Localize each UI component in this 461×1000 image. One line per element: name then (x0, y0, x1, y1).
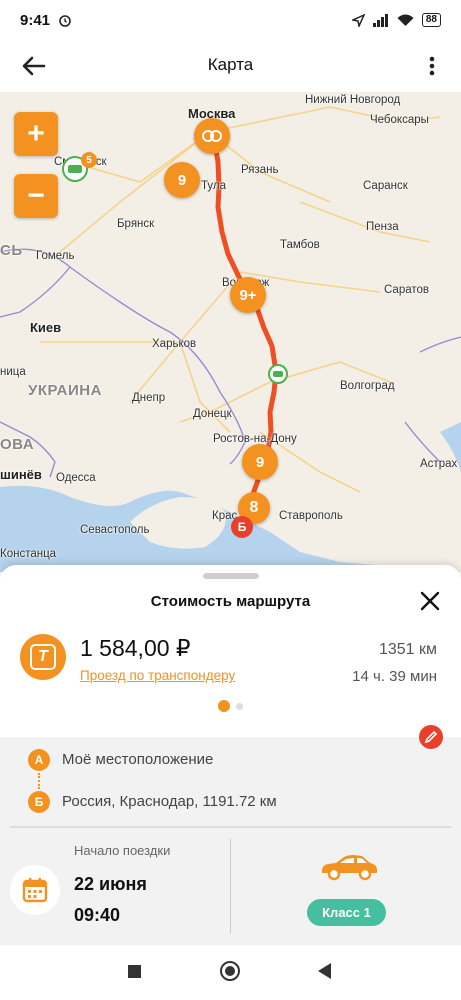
map-view[interactable]: Москва Нижний Новгород Чебоксары Смоленс… (0, 92, 461, 572)
map-label-nizhny: Нижний Новгород (305, 94, 401, 106)
status-icons: 88 (351, 13, 441, 27)
map-label-gomel: Гомель (36, 250, 75, 262)
map-label-stavropol: Ставрополь (279, 510, 343, 522)
toll-point-icon (202, 130, 222, 142)
point-b-text[interactable]: Россия, Краснодар, 1191.72 км (62, 793, 277, 810)
map-label-moldova: ОВА (0, 436, 35, 453)
origin-pin[interactable] (194, 118, 230, 154)
system-nav-bar (0, 945, 461, 1000)
route-details: А Моё местоположение Б Россия, Краснодар… (0, 725, 461, 945)
service-poi-icon[interactable] (268, 364, 288, 384)
map-label-astrakhan: Астрах (420, 458, 458, 470)
page-dot-active[interactable] (218, 700, 230, 712)
edit-route-button[interactable] (419, 725, 443, 749)
battery-icon: 88 (421, 13, 441, 27)
start-date[interactable]: 22 июня (74, 874, 147, 895)
route-duration: 14 ч. 39 мин (352, 668, 437, 685)
status-bar: 9:41 88 (0, 0, 461, 40)
sheet-drag-handle[interactable] (203, 573, 259, 579)
map-label-ukraine: УКРАИНА (28, 382, 102, 399)
poi-count-badge: 5 (81, 152, 97, 168)
map-label-belarus: СЬ (0, 242, 23, 259)
page-dot[interactable] (236, 702, 243, 710)
map-label-constanta: Констанца (0, 548, 57, 560)
vertical-divider (230, 839, 231, 934)
car-icon (322, 855, 377, 881)
map-label-tambov: Тамбов (280, 239, 320, 251)
alarm-icon (59, 15, 71, 27)
pay-method-link[interactable]: Проезд по транспондеру (80, 668, 235, 683)
toll-cluster-pin[interactable]: 9 (242, 444, 278, 480)
status-time: 9:41 (20, 11, 51, 29)
page-title: Карта (207, 55, 254, 74)
toll-cluster-pin[interactable]: 9+ (230, 277, 266, 313)
route-price: 1 584,00 ₽ (80, 635, 191, 661)
point-b-marker: Б (28, 791, 50, 813)
map-label-bryansk: Брянск (117, 218, 155, 230)
route-distance: 1351 км (378, 641, 437, 658)
map-label-kiev: Киев (30, 320, 62, 335)
signal-icon (372, 13, 388, 27)
map-label-sevastopol: Севастополь (80, 524, 150, 536)
point-a-marker: А (28, 749, 50, 771)
toll-cluster-pin[interactable]: 9 (164, 162, 200, 198)
start-time[interactable]: 09:40 (74, 905, 120, 926)
sheet-title: Стоимость маршрута (150, 593, 311, 610)
pencil-icon (424, 730, 438, 744)
wifi-icon (397, 14, 414, 26)
divider (10, 826, 451, 828)
map-label-rostov: Ростов-на-Дону (213, 433, 297, 445)
calendar-icon[interactable] (10, 865, 60, 915)
recent-apps-icon[interactable] (128, 965, 141, 978)
map-label-ryazan: Рязань (241, 164, 279, 176)
map-label-donetsk: Донецк (193, 408, 232, 420)
nav-back-icon[interactable] (318, 963, 331, 979)
start-label: Начало поездки (74, 843, 171, 858)
zoom-out-button[interactable]: − (14, 174, 58, 218)
map-label-nitsa: ница (0, 366, 26, 378)
map-label-kharkov: Харьков (152, 338, 197, 350)
home-icon[interactable] (220, 961, 240, 981)
map-label-cheboksary: Чебоксары (370, 114, 429, 126)
map-label-volgograd: Волгоград (340, 380, 395, 392)
map-label-saransk: Саранск (363, 180, 408, 192)
route-connector (38, 773, 40, 789)
point-a-text[interactable]: Моё местоположение (62, 751, 213, 768)
map-label-saratov: Саратов (384, 284, 430, 296)
route-cost-sheet: Стоимость маршрута T 1 584,00 ₽ Проезд п… (0, 565, 461, 945)
app-bar: Карта (0, 40, 461, 92)
map-label-tula: Тула (201, 180, 226, 192)
destination-marker[interactable]: Б (231, 516, 253, 538)
transponder-icon: T (20, 634, 66, 680)
zoom-in-button[interactable]: + (14, 112, 58, 156)
more-menu-icon[interactable] (425, 52, 439, 80)
map-label-kishinev: шинёв (0, 467, 42, 482)
location-icon (351, 13, 365, 27)
map-label-odessa: Одесса (56, 472, 96, 484)
screen: 9:41 88 Карта Москва Нижний Новгород Чеб… (0, 0, 461, 1000)
page-indicator[interactable] (218, 700, 243, 712)
map-label-dnepr: Днепр (132, 392, 166, 404)
vehicle-class-button[interactable]: Класс 1 (307, 899, 386, 926)
map-label-penza: Пенза (366, 221, 399, 233)
close-icon[interactable] (419, 590, 441, 612)
